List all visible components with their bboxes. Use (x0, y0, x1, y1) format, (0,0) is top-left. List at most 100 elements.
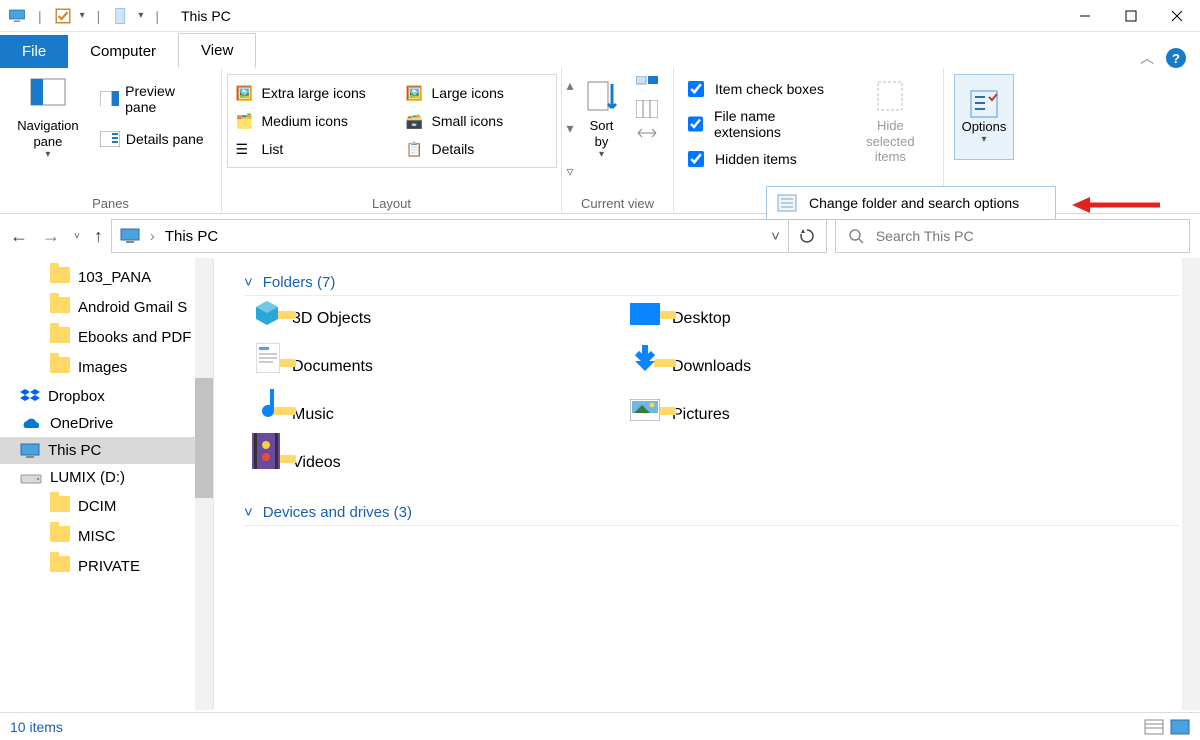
nav-up-button[interactable]: ↑ (94, 226, 103, 247)
folder-item[interactable]: Documents (244, 358, 624, 376)
hide-selected-items-button[interactable]: Hide selected items (848, 74, 933, 169)
search-icon (848, 228, 864, 244)
qat-file-icon[interactable] (112, 7, 130, 25)
tab-file[interactable]: File (0, 35, 68, 68)
tree-scrollbar-thumb[interactable] (195, 378, 213, 498)
hide-selected-icon (872, 78, 908, 114)
status-thumbnails-view-icon[interactable] (1170, 719, 1190, 735)
options-menu-change-folder-search[interactable]: Change folder and search options (766, 186, 1056, 220)
section-folders-header[interactable]: ˅ Folders (7) (244, 274, 1180, 296)
section-devices-header[interactable]: ˅ Devices and drives (3) (244, 504, 1180, 526)
folder-item[interactable]: Music (244, 406, 624, 424)
folder-icon (50, 496, 70, 516)
chevron-down-icon[interactable]: ˅ (244, 274, 253, 291)
status-item-count: 10 items (10, 719, 63, 735)
layout-large[interactable]: 🖼️Large icons (402, 79, 552, 107)
qat-dropdown-icon[interactable]: ▾ (80, 10, 85, 21)
layout-selector[interactable]: 🖼️Extra large icons 🖼️Large icons 🗂️Medi… (227, 74, 557, 168)
collapse-ribbon-icon[interactable]: ︿ (1140, 48, 1154, 68)
tree-item[interactable]: Dropbox (0, 382, 213, 410)
extra-large-icons-icon: 🖼️ (236, 85, 256, 101)
folder-icon (50, 327, 70, 347)
close-button[interactable] (1154, 0, 1200, 32)
preview-pane-icon (100, 91, 119, 107)
tab-view[interactable]: View (178, 33, 256, 68)
tree-item[interactable]: DCIM (0, 491, 213, 521)
content-scrollbar[interactable] (1182, 258, 1200, 710)
qat-checkbox-icon[interactable] (54, 7, 72, 25)
layout-scroll-down-icon[interactable]: ▾ (566, 120, 573, 137)
address-dropdown-icon[interactable]: ˅ (771, 228, 780, 245)
nav-history-dropdown[interactable]: ˅ (74, 231, 80, 242)
layout-medium[interactable]: 🗂️Medium icons (232, 107, 402, 135)
tree-item[interactable]: MISC (0, 521, 213, 551)
layout-expand-icon[interactable]: ▿ (566, 163, 573, 180)
folder-label: Downloads (672, 358, 751, 376)
tree-item[interactable]: Images (0, 352, 213, 382)
folder-label: Music (292, 406, 334, 424)
thispc-icon (20, 443, 40, 459)
details-icon: 📋 (406, 141, 426, 157)
minimize-button[interactable] (1062, 0, 1108, 32)
help-icon[interactable]: ? (1166, 48, 1186, 68)
options-button[interactable]: Options ▾ (954, 74, 1014, 160)
list-icon: ☰ (236, 141, 256, 157)
layout-scroll-up-icon[interactable]: ▴ (566, 77, 573, 94)
tree-item[interactable]: LUMIX (D:) (0, 464, 213, 491)
separator: | (97, 8, 101, 24)
details-pane-icon (100, 131, 120, 147)
options-dropdown-icon[interactable]: ▾ (981, 134, 986, 145)
sort-by-button[interactable]: Sort by▾ (578, 74, 626, 165)
tree-item[interactable]: Ebooks and PDF (0, 322, 213, 352)
tree-item[interactable]: 103_PANA (0, 262, 213, 292)
maximize-button[interactable] (1108, 0, 1154, 32)
preview-pane-button[interactable]: Preview pane (96, 80, 211, 118)
tree-item[interactable]: PRIVATE (0, 551, 213, 581)
breadcrumb-chevron-icon[interactable]: › (150, 228, 155, 245)
status-details-view-icon[interactable] (1144, 719, 1164, 735)
navigation-bar: ← → ˅ ↑ › This PC ˅ Search This PC (0, 214, 1200, 258)
status-bar: 10 items (0, 712, 1200, 740)
layout-list[interactable]: ☰List (232, 135, 402, 163)
folder-item[interactable]: Pictures (624, 406, 1004, 424)
drive-icon (20, 471, 42, 485)
layout-details[interactable]: 📋Details (402, 135, 552, 163)
checkbox-file-name-extensions[interactable]: File name extensions (684, 104, 838, 144)
tree-item-label: DCIM (78, 498, 116, 515)
folder-label: 3D Objects (292, 310, 371, 328)
nav-back-button[interactable]: ← (10, 226, 28, 247)
tree-item-label: Ebooks and PDF (78, 329, 191, 346)
folder-item[interactable]: Downloads (624, 358, 1004, 376)
address-bar[interactable]: › This PC ˅ (111, 219, 789, 253)
navigation-tree[interactable]: 103_PANA Android Gmail S Ebooks and PDF Ima… (0, 258, 214, 710)
annotation-red-arrow (1072, 194, 1162, 216)
group-label-currentview: Current view (572, 192, 663, 211)
layout-small[interactable]: 🗃️Small icons (402, 107, 552, 135)
checkbox-item-check-boxes[interactable]: Item check boxes (684, 74, 838, 104)
search-box[interactable]: Search This PC (835, 219, 1190, 253)
layout-extra-large[interactable]: 🖼️Extra large icons (232, 79, 402, 107)
tree-item-label: 103_PANA (78, 269, 151, 286)
folder-icon (50, 526, 70, 546)
add-columns-icon[interactable] (636, 100, 658, 118)
qat-file-dropdown-icon[interactable]: ▾ (138, 10, 143, 21)
details-pane-button[interactable]: Details pane (96, 128, 211, 150)
folder-item[interactable]: Desktop (624, 310, 1004, 328)
tree-item[interactable]: This PC (0, 437, 213, 464)
size-columns-icon[interactable] (636, 124, 658, 142)
tree-item[interactable]: Android Gmail S (0, 292, 213, 322)
folder-item[interactable]: 3D Objects (244, 310, 624, 328)
navigation-pane-button[interactable]: Navigation pane▾ (10, 74, 86, 165)
sort-by-icon (584, 78, 620, 114)
tree-item-label: Dropbox (48, 388, 105, 405)
chevron-down-icon[interactable]: ˅ (244, 504, 253, 521)
folder-item[interactable]: Videos (244, 454, 624, 472)
checkbox-hidden-items[interactable]: Hidden items (684, 144, 838, 174)
options-icon (969, 89, 999, 119)
nav-forward-button[interactable]: → (42, 226, 60, 247)
breadcrumb-thispc[interactable]: This PC (165, 228, 218, 245)
tab-computer[interactable]: Computer (68, 35, 178, 68)
group-by-icon[interactable] (636, 76, 658, 94)
refresh-button[interactable] (789, 219, 827, 253)
tree-item[interactable]: OneDrive (0, 410, 213, 437)
